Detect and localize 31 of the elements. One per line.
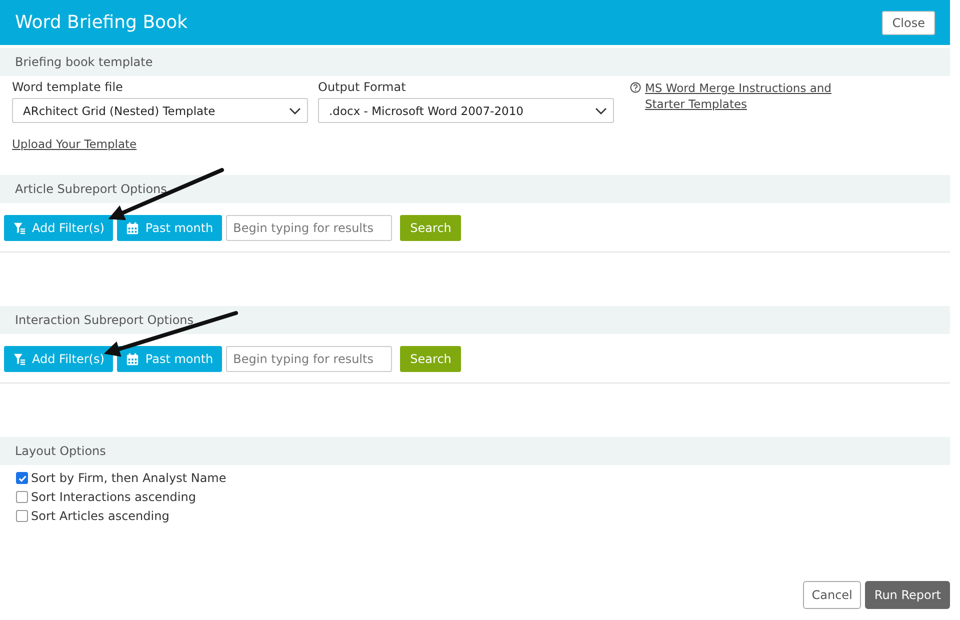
- checkbox[interactable]: [16, 472, 28, 484]
- run-report-button[interactable]: Run Report: [865, 581, 950, 609]
- instructions-link[interactable]: MS Word Merge Instructions and Starter Templates: [645, 80, 875, 112]
- chevron-down-icon: [289, 106, 301, 114]
- search-field[interactable]: Begin typing for results: [226, 215, 392, 241]
- field-label: Output Format: [318, 80, 407, 94]
- section-title: Layout Options: [15, 444, 106, 458]
- calendar-icon: [126, 222, 140, 234]
- checkbox-label: Sort Articles ascending: [31, 509, 170, 523]
- search-field[interactable]: Begin typing for results: [226, 346, 392, 372]
- checkbox-label: Sort Interactions ascending: [31, 490, 196, 504]
- cancel-button[interactable]: Cancel: [802, 581, 862, 609]
- section-title: Interaction Subreport Options: [15, 313, 194, 327]
- filter-icon: [13, 352, 26, 366]
- dropdown-value: ARchitect Grid (Nested) Template: [23, 104, 216, 118]
- calendar-icon: [126, 352, 140, 366]
- checkbox[interactable]: [16, 491, 28, 503]
- filter-icon: [13, 222, 26, 234]
- help-icon: [630, 82, 641, 93]
- section-title: Briefing book template: [15, 55, 153, 69]
- close-button[interactable]: Close: [882, 10, 935, 34]
- upload-template-link[interactable]: Upload Your Template: [12, 137, 137, 151]
- checkbox-label: Sort by Firm, then Analyst Name: [31, 471, 226, 485]
- window-title: Word Briefing Book: [15, 12, 188, 33]
- chevron-down-icon: [595, 106, 607, 114]
- checkbox[interactable]: [16, 510, 28, 522]
- dropdown[interactable]: .docx - Microsoft Word 2007-2010: [318, 98, 614, 123]
- field-label: Word template file: [12, 80, 124, 94]
- dropdown-value: .docx - Microsoft Word 2007-2010: [329, 104, 524, 118]
- dropdown[interactable]: ARchitect Grid (Nested) Template: [12, 98, 308, 123]
- section-title: Article Subreport Options: [15, 182, 167, 196]
